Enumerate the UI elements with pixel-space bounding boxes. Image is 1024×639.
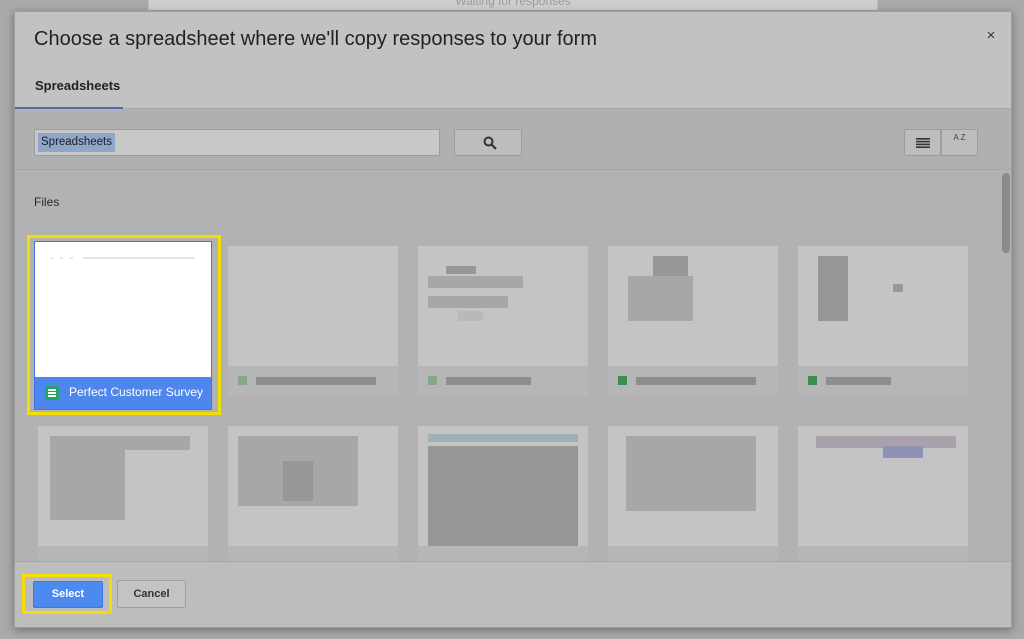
file-thumbnail — [798, 426, 968, 546]
google-sheets-icon — [45, 386, 59, 400]
background-form-page: Waiting for responses — [148, 0, 878, 10]
thumb-block — [818, 256, 848, 321]
file-tile-footer — [608, 546, 778, 561]
toolbar: Spreadsheets A Z — [15, 110, 1011, 170]
search-icon — [483, 136, 497, 150]
file-type-icon — [238, 376, 247, 385]
thumb-line — [70, 257, 73, 259]
file-tile[interactable] — [228, 246, 398, 396]
thumb-line — [60, 257, 63, 259]
file-thumbnail — [798, 246, 968, 366]
file-tile-footer — [38, 546, 208, 561]
file-tile-footer — [798, 546, 968, 561]
thumb-block — [446, 266, 476, 274]
file-tile[interactable] — [798, 246, 968, 396]
thumb-block — [428, 276, 523, 288]
responses-status-text: Waiting for responses — [455, 0, 571, 8]
file-thumbnail — [228, 246, 398, 366]
file-tile[interactable] — [38, 426, 208, 561]
selected-file-name: Perfect Customer Survey — [69, 385, 204, 399]
thumb-block — [50, 436, 190, 450]
select-button[interactable]: Select — [33, 581, 103, 608]
dialog-footer: Select Cancel — [15, 561, 1011, 627]
sort-button[interactable]: A Z — [941, 129, 978, 156]
file-thumbnail — [418, 426, 588, 546]
close-icon[interactable]: × — [983, 28, 999, 44]
thumb-block — [458, 311, 483, 321]
thumb-block — [628, 276, 693, 321]
list-view-icon — [916, 138, 930, 148]
file-thumbnail — [418, 246, 588, 366]
file-tile-footer — [228, 546, 398, 561]
cancel-button[interactable]: Cancel — [117, 580, 186, 608]
search-button[interactable] — [454, 129, 522, 156]
file-tile[interactable] — [798, 426, 968, 561]
scrollbar[interactable] — [1001, 171, 1011, 561]
file-tile[interactable] — [418, 426, 588, 561]
tab-spreadsheets[interactable]: Spreadsheets — [15, 68, 123, 109]
thumb-block — [428, 446, 578, 546]
file-name-blurred — [446, 377, 531, 385]
thumb-block — [283, 461, 313, 501]
scrollbar-thumb[interactable] — [1002, 173, 1010, 253]
files-grid: Files Perfect Customer Survey — [15, 171, 1011, 561]
search-input[interactable]: Spreadsheets — [34, 129, 440, 156]
thumb-line — [83, 257, 195, 259]
file-type-icon — [808, 376, 817, 385]
file-tile[interactable] — [228, 426, 398, 561]
dialog-title: Choose a spreadsheet where we'll copy re… — [34, 28, 597, 50]
search-filter-chip[interactable]: Spreadsheets — [38, 133, 115, 152]
file-tile-footer — [228, 366, 398, 396]
sort-az-icon: A Z — [953, 133, 966, 142]
file-tile-footer — [798, 366, 968, 396]
thumb-block — [883, 446, 923, 458]
file-thumbnail — [608, 246, 778, 366]
spreadsheet-picker-dialog: Choose a spreadsheet where we'll copy re… — [14, 11, 1012, 628]
file-thumbnail — [38, 426, 208, 546]
thumb-block — [626, 436, 756, 511]
thumb-block — [428, 434, 578, 442]
file-tile[interactable] — [418, 246, 588, 396]
file-name-blurred — [826, 377, 891, 385]
file-tile[interactable] — [608, 426, 778, 561]
dialog-header: Choose a spreadsheet where we'll copy re… — [15, 12, 1011, 109]
tab-spreadsheets-label: Spreadsheets — [35, 78, 121, 93]
file-name-blurred — [636, 377, 756, 385]
file-thumbnail — [228, 426, 398, 546]
thumb-line — [50, 257, 53, 259]
thumb-block — [428, 296, 508, 308]
file-tile[interactable] — [608, 246, 778, 396]
selected-file-footer: Perfect Customer Survey — [35, 377, 211, 409]
file-tile-selected[interactable]: Perfect Customer Survey — [34, 241, 212, 410]
thumb-block — [893, 284, 903, 292]
files-heading: Files — [34, 195, 60, 209]
file-thumbnail — [608, 426, 778, 546]
file-tile-footer — [608, 366, 778, 396]
file-type-icon — [618, 376, 627, 385]
file-tile-footer — [418, 546, 588, 561]
file-tile-footer — [418, 366, 588, 396]
list-view-button[interactable] — [904, 129, 941, 156]
file-name-blurred — [256, 377, 376, 385]
file-type-icon — [428, 376, 437, 385]
thumb-block — [50, 450, 125, 520]
